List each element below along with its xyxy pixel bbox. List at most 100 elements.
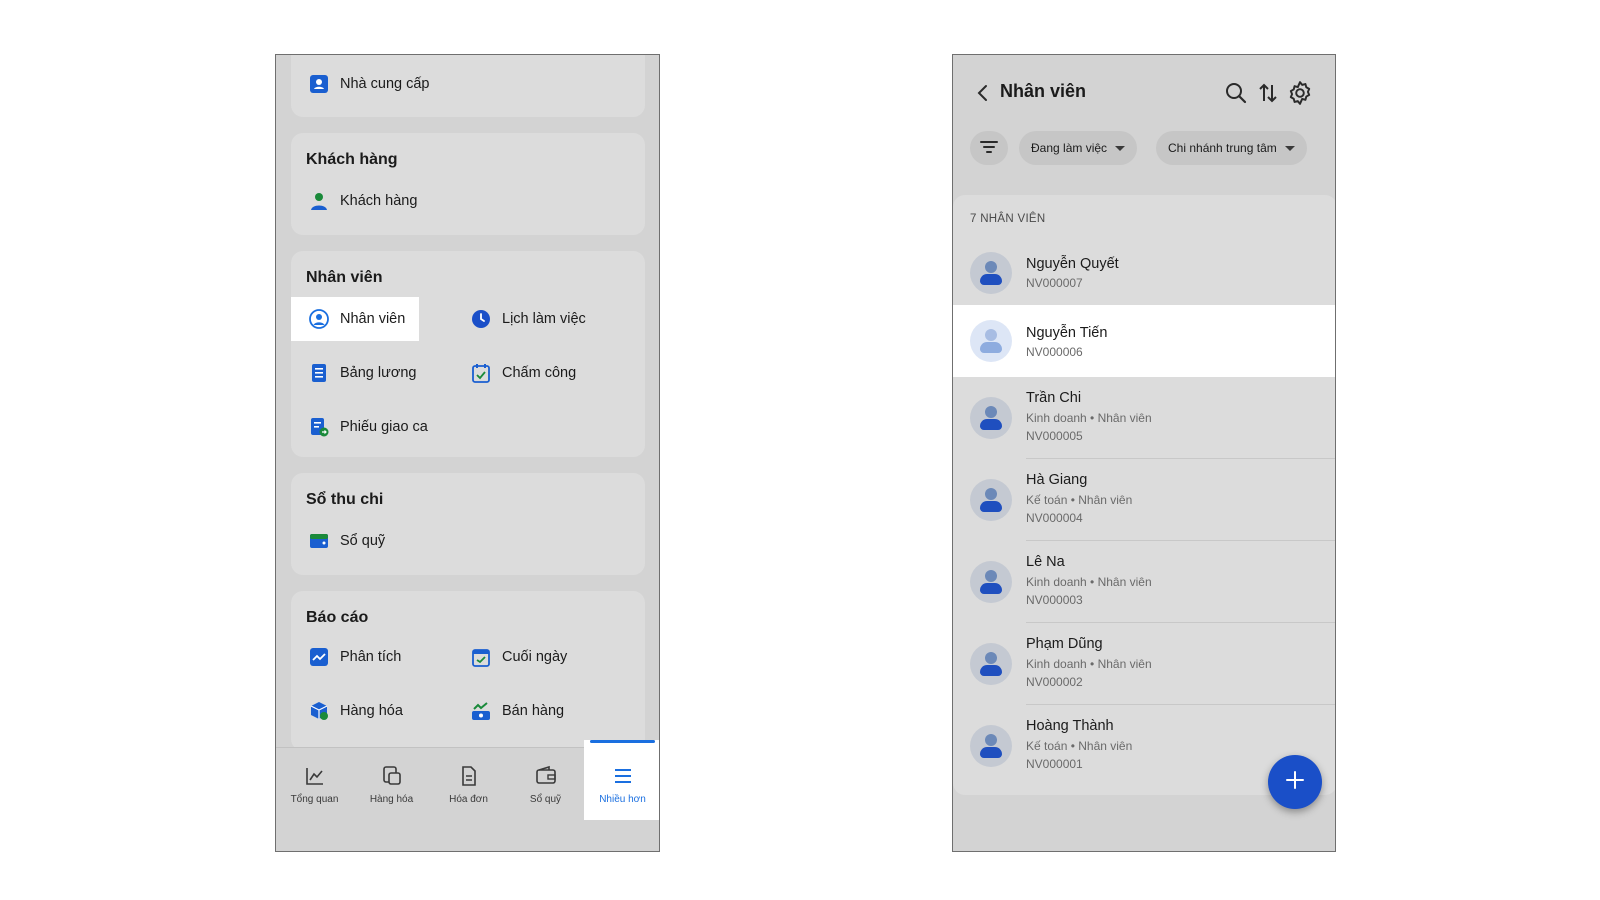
nav-label: Nhiều hơn bbox=[599, 794, 646, 805]
nav-cashbook[interactable]: Sổ quỹ bbox=[507, 748, 584, 820]
bottom-nav: Tổng quan Hàng hóa Hóa đơn Sổ quỹ Nhiều … bbox=[276, 740, 659, 851]
settings-gear-icon[interactable] bbox=[1287, 80, 1313, 106]
employee-name: Trần Chi bbox=[1026, 390, 1082, 406]
employee-code: NV000007 bbox=[1026, 276, 1083, 290]
employee-card: Nhân viên Nhân viên Lịch làm việc Bảng l… bbox=[291, 251, 645, 457]
employee-code: NV000006 bbox=[1026, 345, 1083, 359]
menu-item-label: Cuối ngày bbox=[502, 649, 568, 665]
employee-list-screen: Nhân viên Đang làm việc Chi nhánh trung … bbox=[952, 54, 1336, 852]
menu-item-label: Nhà cung cấp bbox=[340, 76, 430, 92]
back-arrow-icon[interactable] bbox=[971, 81, 995, 105]
branch-filter-dropdown[interactable]: Chi nhánh trung tâm bbox=[1156, 131, 1307, 165]
card-title: Nhân viên bbox=[306, 269, 383, 286]
chip-label: Chi nhánh trung tâm bbox=[1168, 141, 1277, 155]
page-title: Nhân viên bbox=[1000, 81, 1087, 101]
employee-code: NV000003 bbox=[1026, 593, 1083, 607]
avatar bbox=[970, 397, 1012, 439]
nav-goods[interactable]: Hàng hóa bbox=[353, 748, 430, 820]
employee-code: NV000005 bbox=[1026, 429, 1083, 443]
chip-label: Đang làm việc bbox=[1031, 141, 1108, 155]
supplier-icon bbox=[308, 73, 330, 95]
menu-item-goods-report[interactable]: Hàng hóa bbox=[291, 689, 451, 733]
filter-button[interactable] bbox=[970, 131, 1008, 165]
menu-item-timekeeping[interactable]: Chấm công bbox=[453, 351, 633, 395]
avatar bbox=[970, 643, 1012, 685]
nav-label: Tổng quan bbox=[290, 794, 339, 805]
employee-row[interactable]: Trần Chi Kinh doanh • Nhân viên NV000005 bbox=[953, 377, 1335, 459]
employee-row[interactable]: Nguyễn Tiến NV000006 bbox=[953, 305, 1335, 377]
sales-report-icon bbox=[470, 700, 492, 722]
card-title: Sổ thu chi bbox=[306, 491, 384, 508]
employee-name: Nguyễn Quyết bbox=[1026, 256, 1119, 272]
menu-item-cashbook[interactable]: Sổ quỹ bbox=[291, 519, 451, 563]
menu-item-shift-handover[interactable]: Phiếu giao ca bbox=[291, 405, 471, 449]
employee-name: Phạm Dũng bbox=[1026, 636, 1103, 652]
menu-item-label: Khách hàng bbox=[340, 193, 418, 209]
card-title: Báo cáo bbox=[306, 609, 369, 626]
menu-item-customer[interactable]: Khách hàng bbox=[291, 179, 491, 223]
employee-list: 7 NHÂN VIÊN Nguyễn Quyết NV000007 Nguyễn… bbox=[953, 195, 1335, 795]
menu-item-schedule[interactable]: Lịch làm việc bbox=[453, 297, 633, 341]
employee-role: Kế toán • Nhân viên bbox=[1026, 493, 1133, 507]
menu-item-label: Bảng lương bbox=[340, 365, 417, 381]
customer-card: Khách hàng Khách hàng bbox=[291, 133, 645, 235]
employee-row[interactable]: Hà Giang Kế toán • Nhân viên NV000004 bbox=[953, 459, 1335, 541]
plus-icon bbox=[1285, 770, 1305, 795]
chart-icon bbox=[303, 764, 327, 788]
nav-label: Hóa đơn bbox=[449, 794, 488, 805]
menu-item-label: Phân tích bbox=[340, 649, 402, 665]
menu-item-end-of-day[interactable]: Cuối ngày bbox=[453, 635, 633, 679]
menu-item-payroll[interactable]: Bảng lương bbox=[291, 351, 451, 395]
employee-code: NV000001 bbox=[1026, 757, 1083, 771]
card-title: Khách hàng bbox=[306, 151, 398, 168]
menu-item-label: Hàng hóa bbox=[340, 703, 403, 719]
menu-item-supplier[interactable]: Nhà cung cấp bbox=[291, 62, 491, 106]
clock-icon bbox=[470, 308, 492, 330]
employee-role: Kinh doanh • Nhân viên bbox=[1026, 411, 1152, 425]
reports-card: Báo cáo Phân tích Cuối ngày Hàng hóa Bán… bbox=[291, 591, 645, 751]
add-employee-button[interactable] bbox=[1268, 755, 1322, 809]
search-icon[interactable] bbox=[1223, 80, 1249, 106]
sort-icon[interactable] bbox=[1255, 80, 1281, 106]
employee-code: NV000004 bbox=[1026, 511, 1083, 525]
invoice-icon bbox=[457, 764, 481, 788]
employee-row[interactable]: Phạm Dũng Kinh doanh • Nhân viên NV00000… bbox=[953, 623, 1335, 705]
shift-handover-icon bbox=[308, 416, 330, 438]
employee-row[interactable]: Nguyễn Quyết NV000007 bbox=[953, 241, 1335, 305]
menu-item-sales-report[interactable]: Bán hàng bbox=[453, 689, 633, 733]
cashbook-card: Sổ thu chi Sổ quỹ bbox=[291, 473, 645, 575]
employee-role: Kinh doanh • Nhân viên bbox=[1026, 575, 1152, 589]
avatar bbox=[970, 252, 1012, 294]
filter-icon bbox=[980, 140, 998, 157]
menu-item-label: Lịch làm việc bbox=[502, 311, 586, 327]
chevron-down-icon bbox=[1284, 145, 1295, 151]
supplier-card: Nhà cung cấp bbox=[291, 55, 645, 117]
menu-item-employee[interactable]: Nhân viên bbox=[291, 297, 419, 341]
employee-name: Hà Giang bbox=[1026, 472, 1088, 488]
goods-report-icon bbox=[308, 700, 330, 722]
menu-item-analytics[interactable]: Phân tích bbox=[291, 635, 451, 679]
employee-icon bbox=[308, 308, 330, 330]
avatar bbox=[970, 320, 1012, 362]
nav-invoice[interactable]: Hóa đơn bbox=[430, 748, 507, 820]
avatar bbox=[970, 479, 1012, 521]
chevron-down-icon bbox=[1115, 145, 1126, 151]
status-filter-dropdown[interactable]: Đang làm việc bbox=[1019, 131, 1138, 165]
nav-label: Sổ quỹ bbox=[529, 794, 562, 805]
employee-row[interactable]: Lê Na Kinh doanh • Nhân viên NV000003 bbox=[953, 541, 1335, 623]
goods-icon bbox=[380, 764, 404, 788]
employee-name: Hoàng Thành bbox=[1026, 718, 1114, 734]
nav-label: Hàng hóa bbox=[369, 794, 414, 805]
employee-name: Nguyễn Tiến bbox=[1026, 325, 1108, 341]
nav-more[interactable]: Nhiều hơn bbox=[584, 740, 659, 820]
wallet-icon bbox=[308, 530, 330, 552]
analytics-icon bbox=[308, 646, 330, 668]
top-bar: Nhân viên Đang làm việc Chi nhánh trung … bbox=[953, 55, 1335, 185]
employee-count: 7 NHÂN VIÊN bbox=[970, 213, 1046, 225]
avatar bbox=[970, 561, 1012, 603]
customer-icon bbox=[308, 190, 330, 212]
nav-overview[interactable]: Tổng quan bbox=[276, 748, 353, 820]
employee-code: NV000002 bbox=[1026, 675, 1083, 689]
menu-item-label: Bán hàng bbox=[502, 703, 565, 719]
timekeeping-icon bbox=[470, 362, 492, 384]
